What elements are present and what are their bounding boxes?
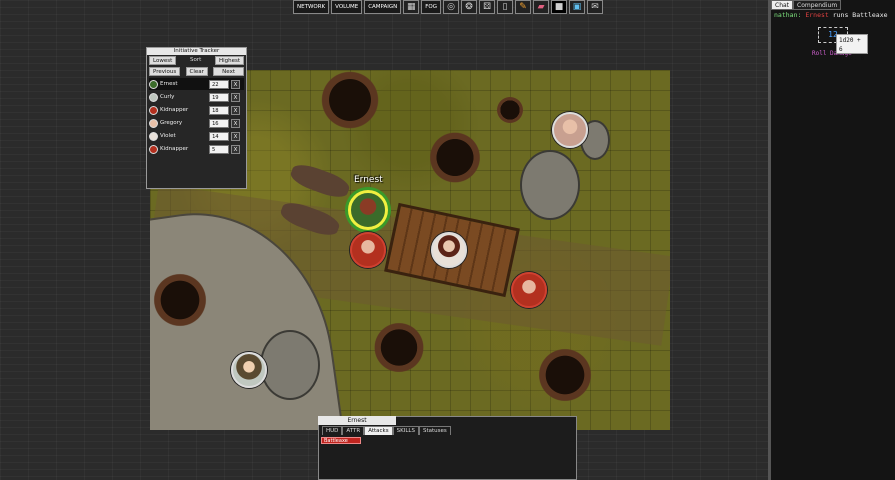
token-curly[interactable] (231, 352, 267, 388)
highest-button[interactable]: Highest (214, 56, 244, 65)
tab-compendium[interactable]: Compendium (793, 0, 842, 10)
tracker-title: Initiative Tracker (147, 48, 246, 55)
chat-user: nathan: (774, 11, 802, 19)
token-ernest[interactable] (348, 190, 388, 230)
initiative-entry[interactable]: Kidnapper 18 X (149, 104, 244, 116)
initiative-value[interactable]: 22 (209, 79, 229, 89)
entry-name: Kidnapper (160, 146, 189, 152)
token-kidnapper[interactable] (511, 272, 547, 308)
token-icon (149, 118, 158, 128)
token-icon (149, 144, 158, 154)
initiative-value[interactable]: 19 (209, 92, 229, 102)
pit-hole (315, 70, 385, 130)
tab-chat[interactable]: Chat (771, 0, 794, 10)
clear-button[interactable]: Clear (185, 67, 208, 76)
pit-hole (535, 345, 595, 405)
campaign-button[interactable]: CAMPAIGN (364, 0, 402, 14)
previous-button[interactable]: Previous (149, 67, 181, 76)
initiative-tracker: Initiative Tracker Lowest Sort Highest P… (146, 47, 247, 189)
tab-statuses[interactable]: Statuses (418, 426, 451, 435)
chat-panel: Chat Compendium nathan: Ernest runs Batt… (768, 0, 895, 480)
circle-icon[interactable]: ◎ (443, 0, 460, 14)
next-button[interactable]: Next (213, 67, 244, 76)
network-button[interactable]: NETWORK (293, 0, 330, 14)
black-square-icon[interactable]: ■ (551, 0, 568, 14)
token-label: Ernest (354, 175, 383, 185)
initiative-entry[interactable]: Ernest 22 X (149, 78, 244, 90)
pencil-icon[interactable]: ✎ (515, 0, 532, 14)
chat-action: runs Battleaxe (832, 11, 888, 19)
sparkle-icon[interactable]: ❂ (461, 0, 478, 14)
entry-name: Curly (160, 94, 175, 100)
token-icon (149, 131, 158, 141)
nav-row: Previous Clear Next (147, 66, 246, 77)
remove-button[interactable]: X (231, 79, 240, 89)
dice-icon[interactable]: ⚄ (479, 0, 496, 14)
initiative-value[interactable]: 14 (209, 131, 229, 141)
lowest-button[interactable]: Lowest (149, 56, 177, 65)
character-name: Ernest (318, 416, 396, 425)
tooltip-line: 1d20 + 6 (839, 37, 861, 53)
tab-attr[interactable]: ATTR (342, 426, 365, 435)
entry-name: Gregory (160, 120, 183, 126)
entry-name: Kidnapper (160, 107, 189, 113)
chat-message: nathan: Ernest runs Battleaxe (774, 11, 888, 19)
pit-hole (495, 95, 525, 125)
pit-hole (425, 130, 485, 185)
character-tabs: HUD ATTR Attacks SKILLS Statuses (322, 426, 451, 435)
initiative-entry[interactable]: Kidnapper 5 X (149, 143, 244, 155)
volume-button[interactable]: VOLUME (331, 0, 363, 14)
chat-tabs: Chat Compendium (771, 0, 895, 10)
token-violet[interactable] (431, 232, 467, 268)
rock (260, 330, 320, 400)
initiative-value[interactable]: 18 (209, 105, 229, 115)
initiative-value[interactable]: 16 (209, 118, 229, 128)
entry-name: Ernest (160, 81, 178, 87)
sort-label: Sort (189, 57, 202, 63)
remove-button[interactable]: X (231, 92, 240, 102)
pit-hole (150, 270, 210, 330)
remove-button[interactable]: X (231, 144, 240, 154)
tooltip-line: 1d20: 6 (839, 55, 865, 62)
picture-icon[interactable]: ▣ (569, 0, 586, 14)
door-icon[interactable]: ▯ (497, 0, 514, 14)
initiative-entry[interactable]: Violet 14 X (149, 130, 244, 142)
fog-button[interactable]: FOG (421, 0, 442, 14)
token-kidnapper[interactable] (350, 232, 386, 268)
battleaxe-button[interactable]: Battleaxe (321, 437, 361, 444)
token-icon (149, 92, 158, 102)
initiative-entry[interactable]: Gregory 16 X (149, 117, 244, 129)
initiative-value[interactable]: 5 (209, 144, 229, 154)
tab-attacks[interactable]: Attacks (364, 426, 393, 435)
entry-name: Violet (160, 133, 176, 139)
initiative-entry[interactable]: Curly 19 X (149, 91, 244, 103)
eraser-icon[interactable]: ▰ (533, 0, 550, 14)
roll-tooltip: 1d20 + 6 1d20: 6 (836, 34, 868, 62)
token-gregory[interactable] (552, 112, 588, 148)
remove-button[interactable]: X (231, 105, 240, 115)
pit-hole (370, 320, 428, 375)
chat-character: Ernest (805, 11, 829, 19)
token-icon (149, 105, 158, 115)
horse (288, 160, 352, 202)
tab-skills[interactable]: SKILLS (392, 426, 419, 435)
envelope-icon[interactable]: ✉ (587, 0, 604, 14)
sort-row: Lowest Sort Highest (147, 55, 246, 66)
token-icon (149, 79, 158, 89)
grid-icon[interactable]: ▦ (403, 0, 420, 14)
remove-button[interactable]: X (231, 131, 240, 141)
remove-button[interactable]: X (231, 118, 240, 128)
tab-hud[interactable]: HUD (322, 426, 343, 435)
rock (520, 150, 580, 220)
top-toolbar: NETWORK VOLUME CAMPAIGN ▦ FOG ◎ ❂ ⚄ ▯ ✎ … (293, 0, 604, 14)
